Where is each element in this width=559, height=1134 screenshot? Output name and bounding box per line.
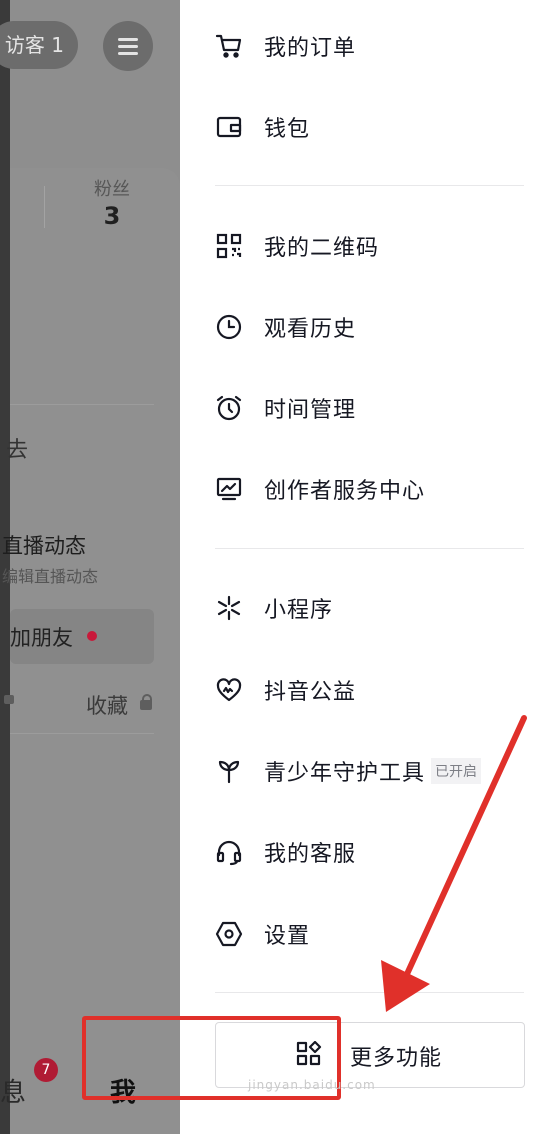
menu-item-customer-service[interactable]: 我的客服 bbox=[214, 828, 524, 876]
menu-item-label: 钱包 bbox=[264, 117, 311, 142]
cart-icon bbox=[214, 31, 244, 61]
visitor-label: 访客 1 bbox=[4, 33, 64, 57]
menu-item-wallet[interactable]: 钱包 bbox=[214, 103, 524, 151]
menu-item-mini-programs[interactable]: 小程序 bbox=[214, 584, 524, 632]
divider bbox=[10, 404, 154, 405]
status-badge: 已开启 bbox=[431, 758, 482, 784]
clock-icon bbox=[214, 312, 244, 342]
live-subtitle: 编辑直播动态 bbox=[2, 567, 99, 586]
tab-collect[interactable]: 收藏 bbox=[86, 690, 128, 720]
qrcode-icon bbox=[214, 231, 244, 261]
lock-icon bbox=[4, 695, 14, 704]
tab-messages[interactable]: 息 bbox=[0, 1072, 26, 1109]
stats-divider bbox=[44, 186, 45, 228]
divider bbox=[215, 185, 524, 186]
divider bbox=[10, 733, 154, 734]
lock-icon bbox=[140, 694, 152, 710]
watermark: jingyan.baidu.com bbox=[248, 1078, 376, 1092]
visitor-button[interactable]: 访客 1 bbox=[0, 21, 78, 69]
menu-item-label: 我的客服 bbox=[264, 842, 357, 867]
wallet-icon bbox=[214, 112, 244, 142]
alarm-icon bbox=[214, 393, 244, 423]
charity-heart-icon bbox=[214, 675, 244, 705]
sprout-icon bbox=[214, 756, 244, 786]
menu-item-label: 我的订单 bbox=[264, 36, 357, 61]
message-badge: 7 bbox=[34, 1058, 58, 1082]
menu-item-label: 青少年守护工具 bbox=[264, 761, 426, 786]
menu-item-label: 我的二维码 bbox=[264, 236, 380, 261]
menu-item-history[interactable]: 观看历史 bbox=[214, 303, 524, 351]
menu-item-label: 抖音公益 bbox=[264, 680, 357, 705]
fans-count[interactable]: 3 bbox=[70, 202, 154, 230]
settings-hexagon-icon bbox=[214, 919, 244, 949]
menu-item-qrcode[interactable]: 我的二维码 bbox=[214, 222, 524, 270]
menu-icon[interactable] bbox=[103, 21, 153, 71]
menu-item-orders[interactable]: 我的订单 bbox=[214, 22, 524, 70]
menu-item-settings[interactable]: 设置 bbox=[214, 910, 524, 958]
notification-dot bbox=[87, 631, 97, 641]
headset-icon bbox=[214, 837, 244, 867]
more-features-label: 更多功能 bbox=[350, 1046, 443, 1071]
menu-item-label: 创作者服务中心 bbox=[264, 479, 426, 504]
mini-program-icon bbox=[214, 593, 244, 623]
menu-item-label: 时间管理 bbox=[264, 398, 357, 423]
add-friend-button[interactable]: 加朋友 bbox=[10, 609, 154, 664]
add-friend-label: 加朋友 bbox=[10, 626, 73, 650]
menu-item-time-management[interactable]: 时间管理 bbox=[214, 384, 524, 432]
menu-item-youth-protection[interactable]: 青少年守护工具 已开启 bbox=[214, 747, 524, 795]
partial-text: 去 bbox=[6, 438, 29, 463]
menu-item-creator-center[interactable]: 创作者服务中心 bbox=[214, 465, 524, 513]
divider bbox=[215, 992, 524, 993]
menu-item-label: 小程序 bbox=[264, 598, 334, 623]
menu-item-label: 观看历史 bbox=[264, 317, 357, 342]
divider bbox=[215, 548, 524, 549]
side-drawer: 我的订单 钱包 我的二维码 观看历史 时间管理 创作者服务中心 小程序 抖音公益… bbox=[180, 0, 559, 1134]
chart-monitor-icon bbox=[214, 474, 244, 504]
fans-label: 粉丝 bbox=[94, 179, 130, 200]
menu-item-label: 设置 bbox=[264, 924, 311, 949]
menu-item-charity[interactable]: 抖音公益 bbox=[214, 666, 524, 714]
live-title[interactable]: 直播动态 bbox=[2, 530, 86, 560]
background-profile-page: 访客 1 粉丝 3 去 直播动态 编辑直播动态 加朋友 收藏 息 7 我 bbox=[0, 0, 180, 1134]
